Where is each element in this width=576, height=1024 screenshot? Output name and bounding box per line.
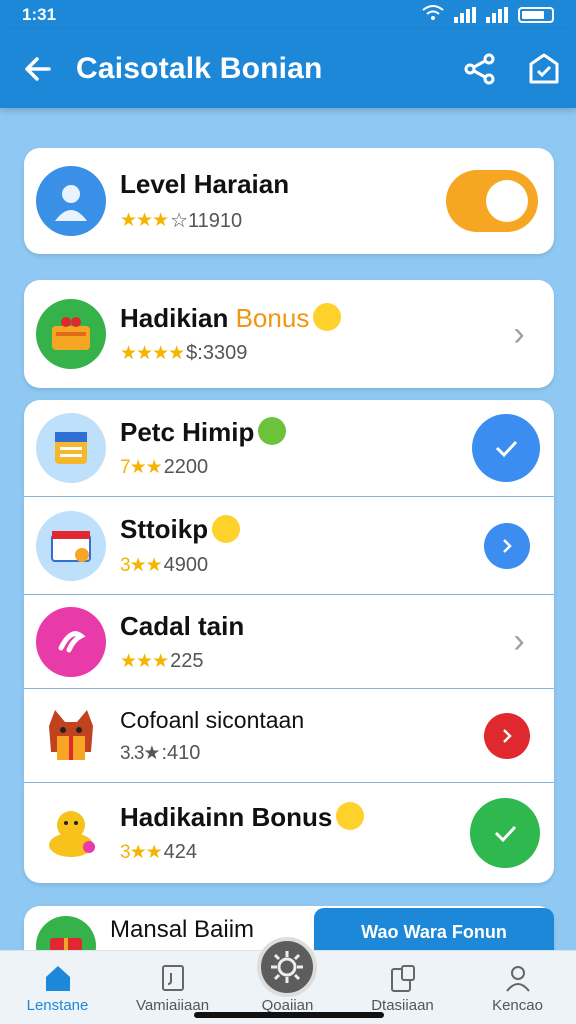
smile-icon <box>212 514 241 543</box>
battery-icon <box>518 7 554 23</box>
status-bar: 1:31 <box>0 0 576 30</box>
list-item[interactable]: Hadikian Bonus ★★★★ $:3309 › <box>24 280 554 388</box>
status-time: 1:31 <box>22 5 57 24</box>
check-icon <box>495 440 518 458</box>
item-points: 424 <box>163 841 198 864</box>
item-points: :410 <box>161 741 201 764</box>
chevron-right-icon[interactable]: › <box>484 622 554 661</box>
list-item[interactable]: Hadikainn Bonus 3★★ 424 <box>24 783 554 883</box>
arrow-left-icon <box>25 57 51 81</box>
smile-icon <box>336 802 365 831</box>
user-icon <box>505 966 530 992</box>
back-button[interactable] <box>0 54 76 84</box>
list-item[interactable]: Cadal tain ★★★ 225 › <box>24 595 554 688</box>
signal-icon-2 <box>486 7 508 23</box>
store-icon <box>36 510 106 581</box>
item-points: 2200 <box>163 456 209 479</box>
next-button[interactable] <box>484 712 530 759</box>
item-title: Hadikainn Bonus <box>120 801 333 832</box>
check-button[interactable] <box>470 798 540 868</box>
item-points: 225 <box>170 649 204 672</box>
item-title: Petc Himip <box>120 416 255 447</box>
item-title: Cadal tain <box>120 610 245 641</box>
center-action-button[interactable] <box>257 937 317 997</box>
nav-home[interactable]: Lenstane <box>0 950 115 1024</box>
page-title: Caisotalk Bonian <box>76 52 323 85</box>
rating-stars: 3★★ <box>120 554 163 576</box>
nav-profile[interactable]: Kencao <box>460 950 575 1024</box>
gear-icon <box>271 951 303 983</box>
item-title: Level Haraian <box>120 169 290 199</box>
shield-check-icon <box>529 53 559 84</box>
swirl-icon <box>36 606 106 677</box>
wifi-icon <box>422 4 444 26</box>
home-indicator <box>194 1012 384 1018</box>
coin-icon <box>313 303 342 332</box>
share-button[interactable] <box>448 52 512 86</box>
promo-banner-button[interactable]: Wao Wara Fonun <box>314 908 554 956</box>
fox-gift-icon <box>36 701 106 771</box>
device-icon <box>390 965 415 992</box>
level-toggle[interactable] <box>446 170 538 232</box>
list-item[interactable]: Sttoikp 3★★ 4900 <box>24 497 554 594</box>
next-button[interactable] <box>484 522 530 569</box>
item-points: $:3309 <box>186 342 248 365</box>
user-avatar-icon <box>36 166 106 236</box>
leaf-icon <box>258 417 287 446</box>
calendar-icon <box>36 413 106 483</box>
check-button[interactable] <box>472 414 540 482</box>
chevron-right-icon <box>503 728 512 743</box>
list-item[interactable]: Petc Himip 7★★ 2200 <box>24 400 554 496</box>
rating-stars: ★★★ <box>120 650 169 672</box>
item-title: Hadikian <box>120 302 236 333</box>
item-points: ☆11910 <box>170 210 243 232</box>
home-icon <box>45 966 70 991</box>
chevron-right-icon[interactable]: › <box>484 315 554 354</box>
rating-stars: ★★★★ <box>120 343 185 365</box>
check-icon <box>494 825 517 843</box>
document-icon <box>161 965 184 991</box>
chevron-right-icon <box>503 538 512 553</box>
rating-stars: ★★★ <box>120 210 169 231</box>
rating-stars: 3.3★ <box>120 742 160 764</box>
item-title: Sttoikp <box>120 514 209 545</box>
item-points: 4900 <box>163 553 209 576</box>
item-title-accent: Bonus <box>235 302 310 333</box>
nav-label: Kencao <box>492 997 543 1014</box>
rating-stars: 3★★ <box>120 842 163 864</box>
rating-stars: 7★★ <box>120 457 163 479</box>
list-item[interactable]: Level Haraian ★★★ ☆11910 <box>24 148 554 254</box>
gift-box-icon <box>36 299 106 369</box>
share-icon <box>464 53 495 85</box>
nav-label: Lenstane <box>26 997 89 1014</box>
item-title: Cofoanl sicontaan <box>120 706 305 733</box>
verify-button[interactable] <box>512 52 576 86</box>
list-item[interactable]: Cofoanl sicontaan 3.3★ :410 <box>24 689 554 782</box>
app-bar: Caisotalk Bonian <box>0 30 576 108</box>
chick-icon <box>36 798 106 868</box>
signal-icon <box>454 7 476 23</box>
